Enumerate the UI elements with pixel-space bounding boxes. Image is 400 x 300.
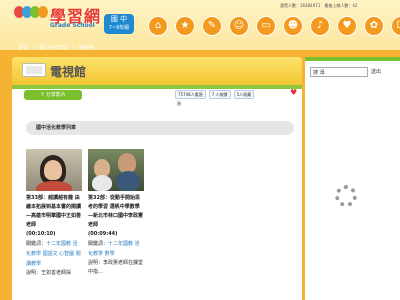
- keywords-label: 關鍵詞：: [26, 241, 47, 247]
- sidebar-top-bar: [305, 57, 400, 61]
- favorite-button[interactable]: 5人收藏: [233, 90, 255, 99]
- main-nav: ⌂ ★ ✎ ☺ ▭ ☻ ♪ ♥ ✿ ⚀: [148, 16, 400, 36]
- tv-icon[interactable]: ▭: [256, 16, 276, 36]
- breadcrumb-current: 電視館: [78, 45, 94, 51]
- page-title: 電視館: [50, 65, 87, 79]
- section-title: 國中活化教學列車: [36, 125, 77, 131]
- search-input[interactable]: [310, 67, 368, 77]
- people-icon[interactable]: ☻: [283, 16, 303, 36]
- visitor-count: 瀏覽人數：16484971 最後上線人數：42: [280, 3, 358, 8]
- video-title[interactable]: 第33部：越讀越有趣 由繪本拓展到基本書的閱讀—高雄市明華國中王如善老師: [26, 194, 82, 230]
- video-card[interactable]: 第33部：越讀越有趣 由繪本拓展到基本書的閱讀—高雄市明華國中王如善老師 (00…: [26, 149, 82, 278]
- main-panel: 電視館 ↑ 分享影片 75748人看過 7 人按讚 5人收藏 ♥ 過 國中活化教…: [12, 57, 302, 300]
- video-description: 說明：王如善老師採: [26, 270, 72, 276]
- television-icon: [22, 63, 46, 77]
- video-description: 說明：李政憲老師在課堂中指...: [88, 260, 144, 275]
- views-count: 75748人看過: [175, 90, 206, 99]
- sidebar: 送出: [305, 57, 400, 300]
- keywords-label: 關鍵詞：: [88, 241, 109, 247]
- video-duration: (00:10:10): [26, 231, 56, 237]
- grade-badge[interactable]: 國 中 7~9年級: [104, 14, 134, 34]
- book-icon[interactable]: ✎: [202, 16, 222, 36]
- section-header: 國中活化教學列車: [26, 121, 294, 135]
- teacher-icon[interactable]: ☺: [229, 16, 249, 36]
- star-icon[interactable]: ★: [175, 16, 195, 36]
- site-header: 學習網 Grade School 國 中 7~9年級 瀏覽人數：16484971…: [0, 0, 400, 51]
- puzzle-icon[interactable]: ✿: [364, 16, 384, 36]
- grade-level: 國 中: [110, 15, 128, 23]
- dice-icon[interactable]: ⚀: [391, 16, 400, 36]
- megaphone-icon[interactable]: ♪: [310, 16, 330, 36]
- home-icon[interactable]: ⌂: [148, 16, 168, 36]
- breadcrumb-home[interactable]: 首頁: [18, 45, 28, 51]
- share-video-button[interactable]: ↑ 分享影片: [24, 90, 82, 100]
- logo-kids-icon[interactable]: [14, 2, 54, 24]
- video-duration: (00:09:44): [88, 231, 118, 237]
- video-thumbnail[interactable]: [26, 149, 82, 191]
- video-thumbnail[interactable]: [88, 149, 144, 191]
- site-logo-subtitle: Grade School: [50, 22, 95, 29]
- breadcrumb-separator: >: [31, 45, 36, 51]
- video-keywords: 關鍵詞：十二年國教 活化教學 數學: [88, 239, 144, 259]
- title-bar: 電視館: [12, 57, 302, 85]
- like-button[interactable]: 7 人按讚: [208, 90, 231, 99]
- breadcrumb: 首頁 > 國小3-6年級 > 電視館: [18, 44, 96, 51]
- breadcrumb-separator: >: [71, 45, 76, 51]
- breadcrumb-grade[interactable]: 國小3-6年級: [39, 45, 67, 51]
- video-stats: 75748人看過 7 人按讚 5人收藏: [175, 90, 255, 99]
- video-keywords: 關鍵詞：十二年國教 活化教學 國語文 心智圖 閱讀教學: [26, 239, 82, 269]
- views-count-tail: 過: [177, 101, 181, 106]
- video-title[interactable]: 第32部：從動手開始思考的學習 選帆中學數學—新北市林口國中李政憲老師: [88, 194, 144, 230]
- heart-icon[interactable]: ♥: [290, 88, 297, 97]
- video-card[interactable]: 第32部：從動手開始思考的學習 選帆中學數學—新北市林口國中李政憲老師 (00:…: [88, 149, 144, 277]
- loading-spinner-icon: [335, 185, 357, 207]
- search-submit-button[interactable]: 送出: [371, 68, 381, 75]
- heart-icon[interactable]: ♥: [337, 16, 357, 36]
- title-divider: [12, 85, 302, 89]
- grade-range: 7~9年級: [108, 25, 130, 31]
